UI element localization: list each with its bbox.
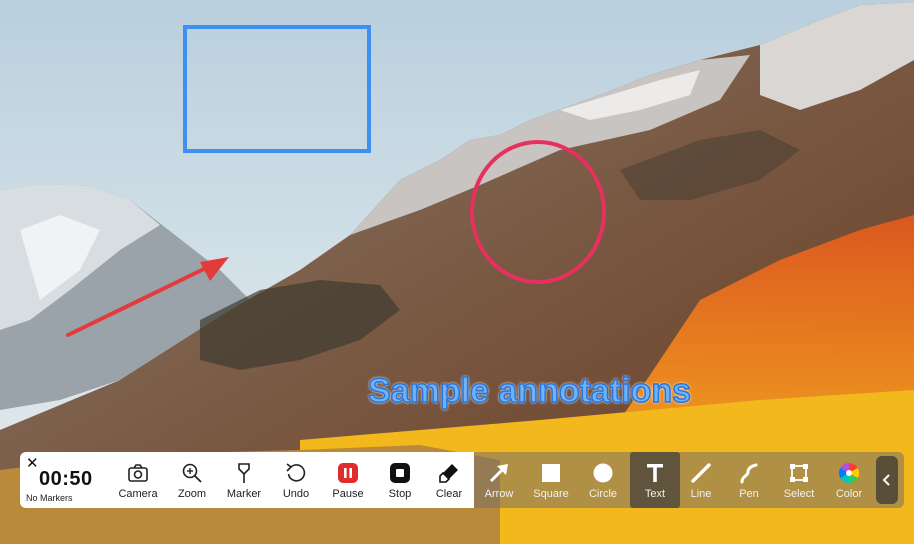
recording-timer: 00:50 [39, 468, 93, 490]
eraser-icon [439, 464, 458, 483]
marker-label: Marker [226, 488, 262, 500]
pause-icon [338, 463, 358, 483]
camera-label: Camera [118, 488, 158, 500]
annotation-toolbar: ✕ 00:50 No Markers Camera Zoom Marker Un… [20, 452, 904, 508]
line-tool-button[interactable]: Line [676, 452, 726, 508]
stop-icon [390, 463, 410, 483]
clear-label: Clear [435, 488, 463, 500]
marker-pin-icon [238, 463, 250, 483]
pen-label: Pen [739, 488, 759, 500]
zoom-in-icon [182, 463, 202, 483]
zoom-button[interactable]: Zoom [167, 452, 217, 508]
select-tool-button[interactable]: Select [774, 452, 824, 508]
text-label: Text [644, 488, 666, 500]
select-label: Select [783, 488, 815, 500]
pause-button[interactable]: Pause [323, 452, 373, 508]
undo-label: Undo [282, 488, 310, 500]
text-icon [647, 464, 663, 482]
sample-annotation-text: Sample annotations [367, 371, 692, 411]
chevron-left-icon [882, 474, 890, 486]
square-icon [542, 464, 560, 482]
circle-icon [593, 463, 613, 483]
color-wheel-icon [839, 463, 859, 483]
markers-label: No Markers [26, 493, 73, 503]
recording-controls-panel: ✕ 00:50 No Markers Camera Zoom Marker Un… [20, 452, 474, 508]
undo-button[interactable]: Undo [271, 452, 321, 508]
color-tool-button[interactable]: Color [824, 452, 874, 508]
color-label: Color [835, 488, 863, 500]
collapse-toolbar-button[interactable] [876, 456, 898, 504]
line-icon [691, 463, 711, 483]
arrow-tool-button[interactable]: Arrow [474, 452, 524, 508]
arrow-icon [489, 464, 508, 483]
stop-label: Stop [388, 488, 412, 500]
select-icon [790, 464, 808, 482]
stop-button[interactable]: Stop [375, 452, 425, 508]
pen-tool-button[interactable]: Pen [724, 452, 774, 508]
recording-timer-box: ✕ 00:50 No Markers [20, 452, 106, 508]
close-icon[interactable]: ✕ [26, 454, 39, 472]
pen-icon [740, 463, 758, 484]
square-tool-button[interactable]: Square [526, 452, 576, 508]
circle-label: Circle [588, 488, 618, 500]
clear-button[interactable]: Clear [424, 452, 474, 508]
camera-button[interactable]: Camera [113, 452, 163, 508]
pause-label: Pause [332, 488, 364, 500]
drawing-tools-panel: Arrow Square Circle Text Line Pen Select [474, 452, 904, 508]
circle-tool-button[interactable]: Circle [578, 452, 628, 508]
square-label: Square [533, 488, 569, 500]
line-label: Line [690, 488, 712, 500]
text-tool-button[interactable]: Text [630, 452, 680, 508]
marker-button[interactable]: Marker [219, 452, 269, 508]
undo-icon [286, 463, 306, 482]
zoom-label: Zoom [177, 488, 207, 500]
camera-icon [128, 464, 148, 482]
arrow-label: Arrow [484, 488, 514, 500]
